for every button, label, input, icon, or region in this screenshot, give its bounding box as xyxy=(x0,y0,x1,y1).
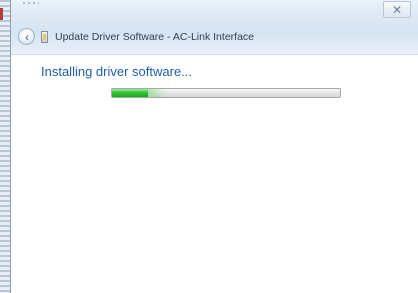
titlebar-grip xyxy=(23,2,39,4)
update-driver-dialog: ✕ ‹ Update Driver Software - AC-Link Int… xyxy=(10,0,418,293)
back-arrow-icon[interactable]: ‹ xyxy=(18,28,35,45)
installing-heading: Installing driver software... xyxy=(41,64,193,79)
dialog-content: Installing driver software... xyxy=(11,55,418,293)
close-button[interactable]: ✕ xyxy=(383,1,411,18)
window-edge-accent xyxy=(0,8,3,20)
dialog-title: Update Driver Software - AC-Link Interfa… xyxy=(55,31,254,43)
device-driver-icon xyxy=(41,31,48,43)
install-progress-fill xyxy=(112,89,168,97)
install-progress-bar xyxy=(111,88,341,98)
dialog-titlebar: ✕ ‹ Update Driver Software - AC-Link Int… xyxy=(11,0,418,55)
driver-update-screen: ✕ ‹ Update Driver Software - AC-Link Int… xyxy=(0,0,418,293)
